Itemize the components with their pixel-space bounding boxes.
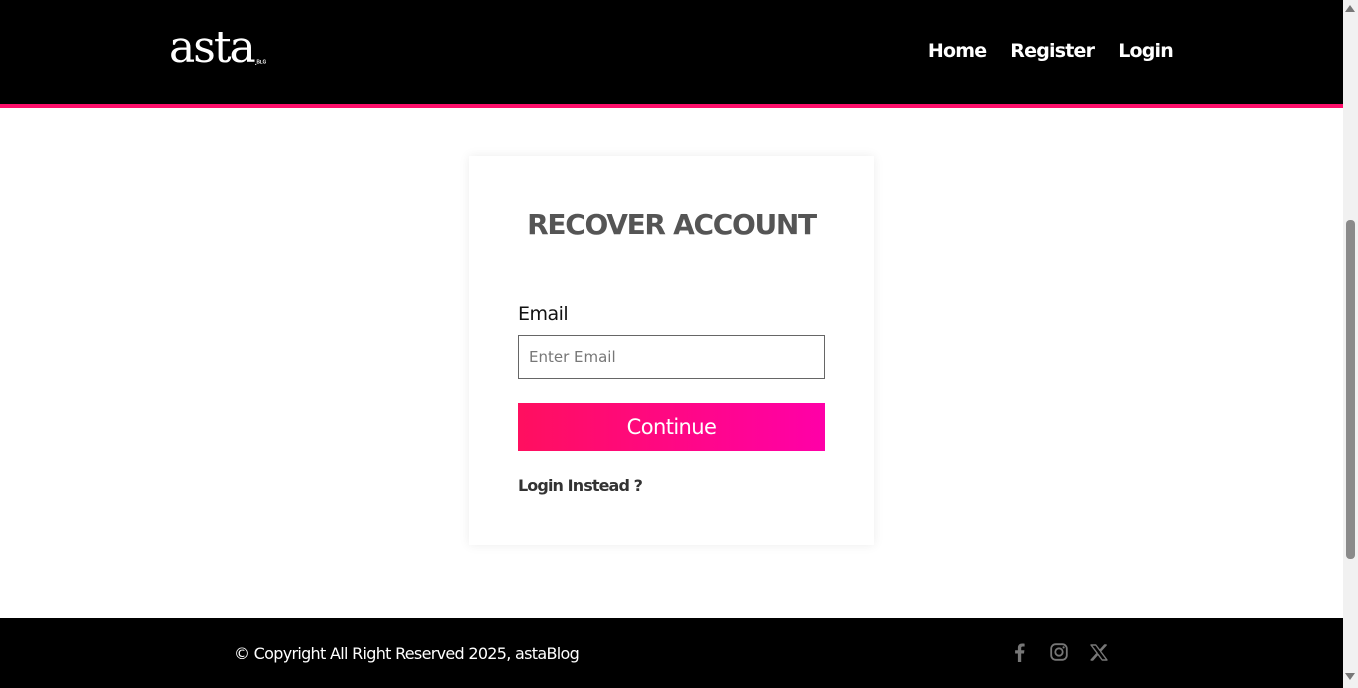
- instagram-icon[interactable]: [1050, 642, 1068, 662]
- logo-text: asta: [169, 22, 256, 73]
- site-logo[interactable]: asta .ᴮᴸᴳ: [169, 26, 266, 70]
- scrollbar-thumb[interactable]: [1346, 220, 1355, 559]
- nav-link-login[interactable]: Login: [1118, 40, 1174, 62]
- x-twitter-icon[interactable]: [1090, 642, 1108, 662]
- login-instead-link[interactable]: Login Instead ?: [518, 476, 643, 495]
- facebook-icon[interactable]: [1010, 642, 1028, 662]
- email-field[interactable]: [518, 335, 825, 379]
- nav-link-register[interactable]: Register: [1010, 40, 1095, 62]
- scroll-down-arrow-icon[interactable]: [1345, 673, 1355, 680]
- scroll-up-arrow-icon[interactable]: [1345, 5, 1355, 12]
- continue-button[interactable]: Continue: [518, 403, 825, 451]
- page: asta .ᴮᴸᴳ Home Register Login RECOVER AC…: [0, 0, 1343, 688]
- recover-account-card: RECOVER ACCOUNT Email Continue Login Ins…: [469, 156, 874, 545]
- email-label: Email: [518, 303, 569, 325]
- page-title: RECOVER ACCOUNT: [527, 208, 817, 241]
- social-links: [1010, 642, 1108, 662]
- main-nav: Home Register Login: [928, 40, 1174, 62]
- vertical-scrollbar[interactable]: [1343, 0, 1358, 688]
- site-footer: © Copyright All Right Reserved 2025, ast…: [0, 618, 1343, 688]
- top-navbar: asta .ᴮᴸᴳ Home Register Login: [0, 0, 1343, 108]
- logo-suffix: .ᴮᴸᴳ: [254, 60, 267, 67]
- nav-link-home[interactable]: Home: [928, 40, 987, 62]
- copyright-text: © Copyright All Right Reserved 2025, ast…: [234, 644, 580, 663]
